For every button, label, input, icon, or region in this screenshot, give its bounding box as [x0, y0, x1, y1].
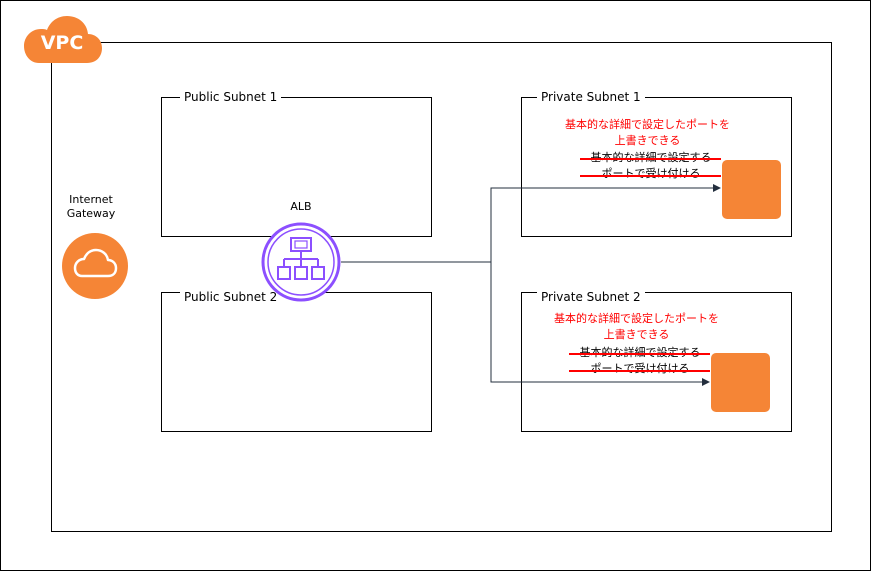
diagram-canvas: VPC Public Subnet 1 Public Subnet 2 Priv…	[0, 0, 871, 571]
alb-label: ALB	[290, 200, 312, 213]
internet-gateway-icon	[62, 233, 128, 299]
private-subnet-1-override-note: 基本的な詳細で設定したポートを上書きできる	[565, 118, 730, 147]
internet-gateway-label: Internet Gateway	[66, 193, 116, 220]
alb-connectors	[341, 184, 721, 386]
private-subnet-2-instance-icon	[711, 353, 770, 412]
private-subnet-2-strike-line-2	[569, 370, 710, 372]
private-subnet-1-strike-line-1	[580, 158, 721, 160]
private-subnet-1-strike-line-2	[580, 175, 721, 177]
private-subnet-1-instance-icon	[722, 160, 781, 219]
private-subnet-2-strike-line-1	[569, 353, 710, 355]
alb-icon	[261, 222, 341, 302]
private-subnet-1-struck-note-line2: ポートで受け付ける	[601, 167, 701, 180]
private-subnet-2-struck-note-line2: ポートで受け付ける	[590, 362, 690, 375]
private-subnet-2-override-note: 基本的な詳細で設定したポートを上書きできる	[554, 312, 719, 341]
